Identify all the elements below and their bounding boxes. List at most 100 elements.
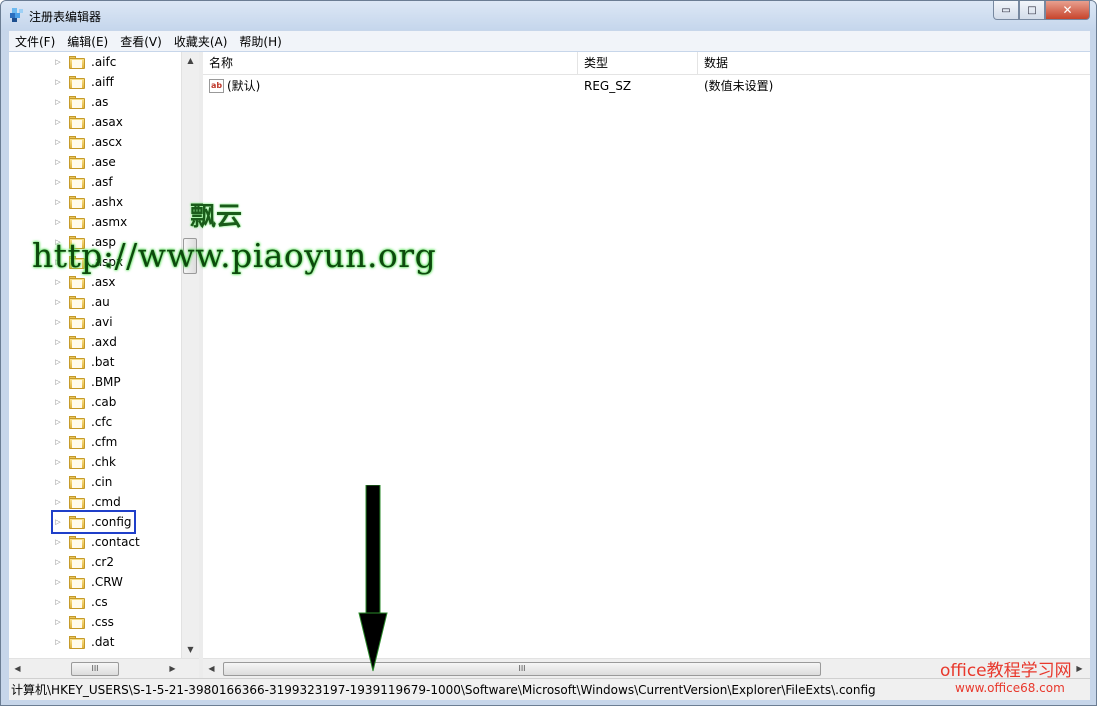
folder-icon	[69, 135, 85, 149]
tree-item[interactable]: ▷ .axd	[53, 332, 119, 352]
expand-arrow-icon[interactable]: ▷	[53, 638, 63, 646]
expand-arrow-icon[interactable]: ▷	[53, 138, 63, 146]
column-header-name[interactable]: 名称	[203, 52, 578, 74]
tree-item[interactable]: ▷ .cmd	[53, 492, 123, 512]
column-header-type[interactable]: 类型	[578, 52, 698, 74]
minimize-button[interactable]: ▭	[993, 1, 1019, 20]
expand-arrow-icon[interactable]: ▷	[53, 478, 63, 486]
expand-arrow-icon[interactable]: ▷	[53, 518, 63, 526]
tree-item[interactable]: ▷ .ascx	[53, 132, 124, 152]
tree-item[interactable]: ▷ .BMP	[53, 372, 123, 392]
tree-item[interactable]: ▷ .ashx	[53, 192, 125, 212]
expand-arrow-icon[interactable]: ▷	[53, 338, 63, 346]
menu-edit[interactable]: 编辑(E)	[61, 33, 114, 50]
expand-arrow-icon[interactable]: ▷	[53, 358, 63, 366]
expand-arrow-icon[interactable]: ▷	[53, 538, 63, 546]
folder-icon	[69, 635, 85, 649]
expand-arrow-icon[interactable]: ▷	[53, 598, 63, 606]
tree-item[interactable]: ▷ .cin	[53, 472, 114, 492]
tree-vertical-scrollbar[interactable]: ▲ ▼	[181, 52, 199, 658]
expand-arrow-icon[interactable]: ▷	[53, 398, 63, 406]
expand-arrow-icon[interactable]: ▷	[53, 418, 63, 426]
scroll-right-icon[interactable]: ▶	[164, 659, 181, 679]
expand-arrow-icon[interactable]: ▷	[53, 198, 63, 206]
expand-arrow-icon[interactable]: ▷	[53, 78, 63, 86]
tree-item-label: .dat	[91, 635, 115, 649]
folder-icon	[69, 535, 85, 549]
column-header-data[interactable]: 数据	[698, 52, 1090, 74]
tree-item-label: .config	[91, 515, 132, 529]
expand-arrow-icon[interactable]: ▷	[53, 178, 63, 186]
tree-item[interactable]: ▷ .dat	[53, 632, 117, 652]
menu-help[interactable]: 帮助(H)	[233, 33, 287, 50]
expand-arrow-icon[interactable]: ▷	[53, 618, 63, 626]
tree-hscroll-thumb[interactable]: III	[71, 662, 119, 676]
tree-horizontal-scrollbar[interactable]: ◀ III ▶	[9, 658, 199, 679]
tree-item[interactable]: ▷ .cr2	[53, 552, 116, 572]
scroll-right-icon[interactable]: ▶	[1071, 659, 1088, 679]
close-button[interactable]: ✕	[1045, 1, 1090, 20]
maximize-button[interactable]: □	[1019, 1, 1045, 20]
list-hscroll-thumb[interactable]: III	[223, 662, 821, 676]
expand-arrow-icon[interactable]: ▷	[53, 58, 63, 66]
scroll-up-icon[interactable]: ▲	[182, 52, 199, 69]
scroll-down-icon[interactable]: ▼	[182, 641, 199, 658]
scroll-left-icon[interactable]: ◀	[203, 659, 220, 679]
tree-item-label: .cfm	[91, 435, 118, 449]
tree-item[interactable]: ▷ .cfm	[53, 432, 119, 452]
folder-icon	[69, 115, 85, 129]
expand-arrow-icon[interactable]: ▷	[53, 558, 63, 566]
tree-item[interactable]: ▷ .aifc	[53, 52, 118, 72]
expand-arrow-icon[interactable]: ▷	[53, 98, 63, 106]
tree-item[interactable]: ▷ .asmx	[53, 212, 129, 232]
tree-item[interactable]: ▷ .CRW	[53, 572, 125, 592]
tree-item[interactable]: ▷ .avi	[53, 312, 115, 332]
tree-item[interactable]: ▷ .asx	[53, 272, 118, 292]
folder-icon	[69, 95, 85, 109]
tree-item-label: .as	[91, 95, 109, 109]
expand-arrow-icon[interactable]: ▷	[53, 318, 63, 326]
tree-item[interactable]: ▷ .chk	[53, 452, 118, 472]
down-arrow-annotation-icon	[358, 485, 388, 672]
menu-view[interactable]: 查看(V)	[114, 33, 168, 50]
expand-arrow-icon[interactable]: ▷	[53, 578, 63, 586]
folder-icon	[69, 275, 85, 289]
tree-item[interactable]: ▷ .au	[53, 292, 112, 312]
tree-item[interactable]: ▷ .aiff	[53, 72, 116, 92]
caption-buttons: ▭ □ ✕	[993, 1, 1090, 21]
tree-item[interactable]: ▷ .asf	[53, 172, 115, 192]
folder-icon	[69, 175, 85, 189]
watermark-piaoyun-url: http://www.piaoyun.org	[32, 236, 437, 275]
expand-arrow-icon[interactable]: ▷	[53, 298, 63, 306]
expand-arrow-icon[interactable]: ▷	[53, 458, 63, 466]
expand-arrow-icon[interactable]: ▷	[53, 278, 63, 286]
tree-item[interactable]: ▷ .cab	[53, 392, 118, 412]
expand-arrow-icon[interactable]: ▷	[53, 218, 63, 226]
tree-item[interactable]: ▷ .as	[53, 92, 110, 112]
tree-item-label: .aiff	[91, 75, 114, 89]
scroll-left-icon[interactable]: ◀	[9, 659, 26, 679]
expand-arrow-icon[interactable]: ▷	[53, 158, 63, 166]
list-row[interactable]: ab (默认) REG_SZ (数值未设置)	[203, 76, 1090, 96]
list-header: 名称 类型 数据	[203, 52, 1090, 75]
menu-file[interactable]: 文件(F)	[9, 33, 61, 50]
expand-arrow-icon[interactable]: ▷	[53, 118, 63, 126]
title-bar[interactable]: 注册表编辑器 ▭ □ ✕	[1, 1, 1096, 30]
tree-item[interactable]: ▷ .contact	[53, 532, 142, 552]
tree-item-label: .bat	[91, 355, 115, 369]
tree-item-label: .asx	[91, 275, 116, 289]
folder-icon	[69, 435, 85, 449]
tree-item[interactable]: ▷ .ase	[53, 152, 118, 172]
menu-favorites[interactable]: 收藏夹(A)	[168, 33, 234, 50]
folder-icon	[69, 295, 85, 309]
expand-arrow-icon[interactable]: ▷	[53, 498, 63, 506]
tree-item[interactable]: ▷ .css	[53, 612, 116, 632]
tree-item[interactable]: ▷ .cs	[53, 592, 110, 612]
tree-item[interactable]: ▷ .cfc	[53, 412, 114, 432]
tree-item[interactable]: ▷ .config	[51, 510, 136, 534]
expand-arrow-icon[interactable]: ▷	[53, 438, 63, 446]
watermark-office: office教程学习网	[940, 661, 1072, 681]
expand-arrow-icon[interactable]: ▷	[53, 378, 63, 386]
tree-item[interactable]: ▷ .bat	[53, 352, 117, 372]
tree-item[interactable]: ▷ .asax	[53, 112, 125, 132]
